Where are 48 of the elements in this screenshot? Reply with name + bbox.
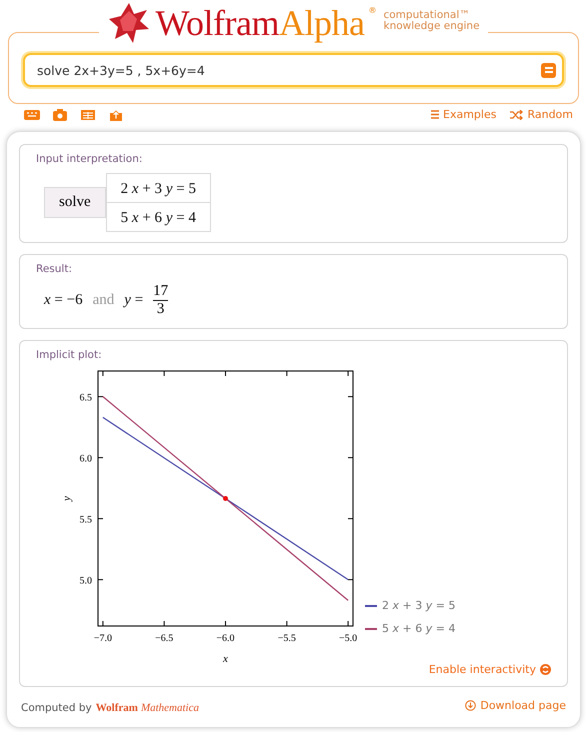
search-box[interactable]: solve 2x+3y=5 , 5x+6y=4 (23, 53, 564, 87)
y-tick-label: 5.5 (80, 514, 92, 526)
tagline-text: knowledge engine (383, 21, 480, 32)
x-axis-label: x (223, 653, 228, 665)
conjunction-text: and (92, 292, 114, 309)
pod-title: Implicit plot: (36, 349, 103, 361)
random-link[interactable]: Random (510, 108, 573, 121)
computed-by-text: Computed by (21, 702, 92, 714)
x-tick-label: −6.5 (155, 633, 174, 644)
fraction: 17 3 (153, 283, 168, 318)
tagline-text: computational™ (383, 10, 471, 21)
x-tick-label: −5.5 (278, 633, 296, 644)
menu-button[interactable] (541, 62, 556, 78)
star-logo-icon (107, 1, 152, 45)
command-cell: solve (44, 187, 106, 218)
x-tick-label: −6.0 (216, 633, 235, 644)
download-link[interactable]: Download page (465, 699, 566, 712)
product-text: Mathematica (140, 702, 199, 714)
upload-icon[interactable] (108, 108, 124, 120)
examples-link[interactable]: Examples (431, 108, 496, 121)
equation-cell: 5 x + 6 y = 4 (106, 203, 211, 232)
keyboard-icon[interactable] (24, 108, 40, 120)
swirl-icon (540, 664, 551, 675)
math-expression: x = −6 (44, 292, 83, 309)
x-tick-label: −5.0 (339, 633, 358, 644)
download-icon (465, 700, 476, 711)
logo-wordmark: Alpha (279, 5, 364, 41)
logo-wordmark: Wolfram (155, 5, 279, 41)
equation-cell: 2 x + 3 y = 5 (106, 173, 211, 203)
y-tick-label: 5.0 (80, 576, 92, 587)
shuffle-icon (510, 110, 524, 120)
legend-label: 5 x + 6 y = 4 (382, 622, 456, 635)
y-tick-label: 6.5 (80, 392, 92, 404)
table-icon[interactable] (80, 108, 96, 120)
y-tick-label: 6.0 (80, 454, 92, 465)
camera-icon[interactable] (52, 108, 68, 120)
math-expression: y = (124, 292, 144, 309)
brand-text: Wolfram (96, 702, 138, 714)
x-tick-label: −7.0 (94, 633, 112, 644)
enable-interactivity-link[interactable]: Enable interactivity (428, 663, 551, 676)
pod-title: Result: (36, 263, 73, 275)
search-field[interactable]: solve 2x+3y=5 , 5x+6y=4 (35, 62, 541, 78)
legend-label: 2 x + 3 y = 5 (382, 599, 456, 612)
intersection-point (223, 496, 228, 501)
registered-mark: ® (368, 6, 376, 15)
pod-title: Input interpretation: (36, 153, 144, 165)
y-axis-label: y (61, 496, 73, 501)
list-icon (431, 110, 439, 119)
